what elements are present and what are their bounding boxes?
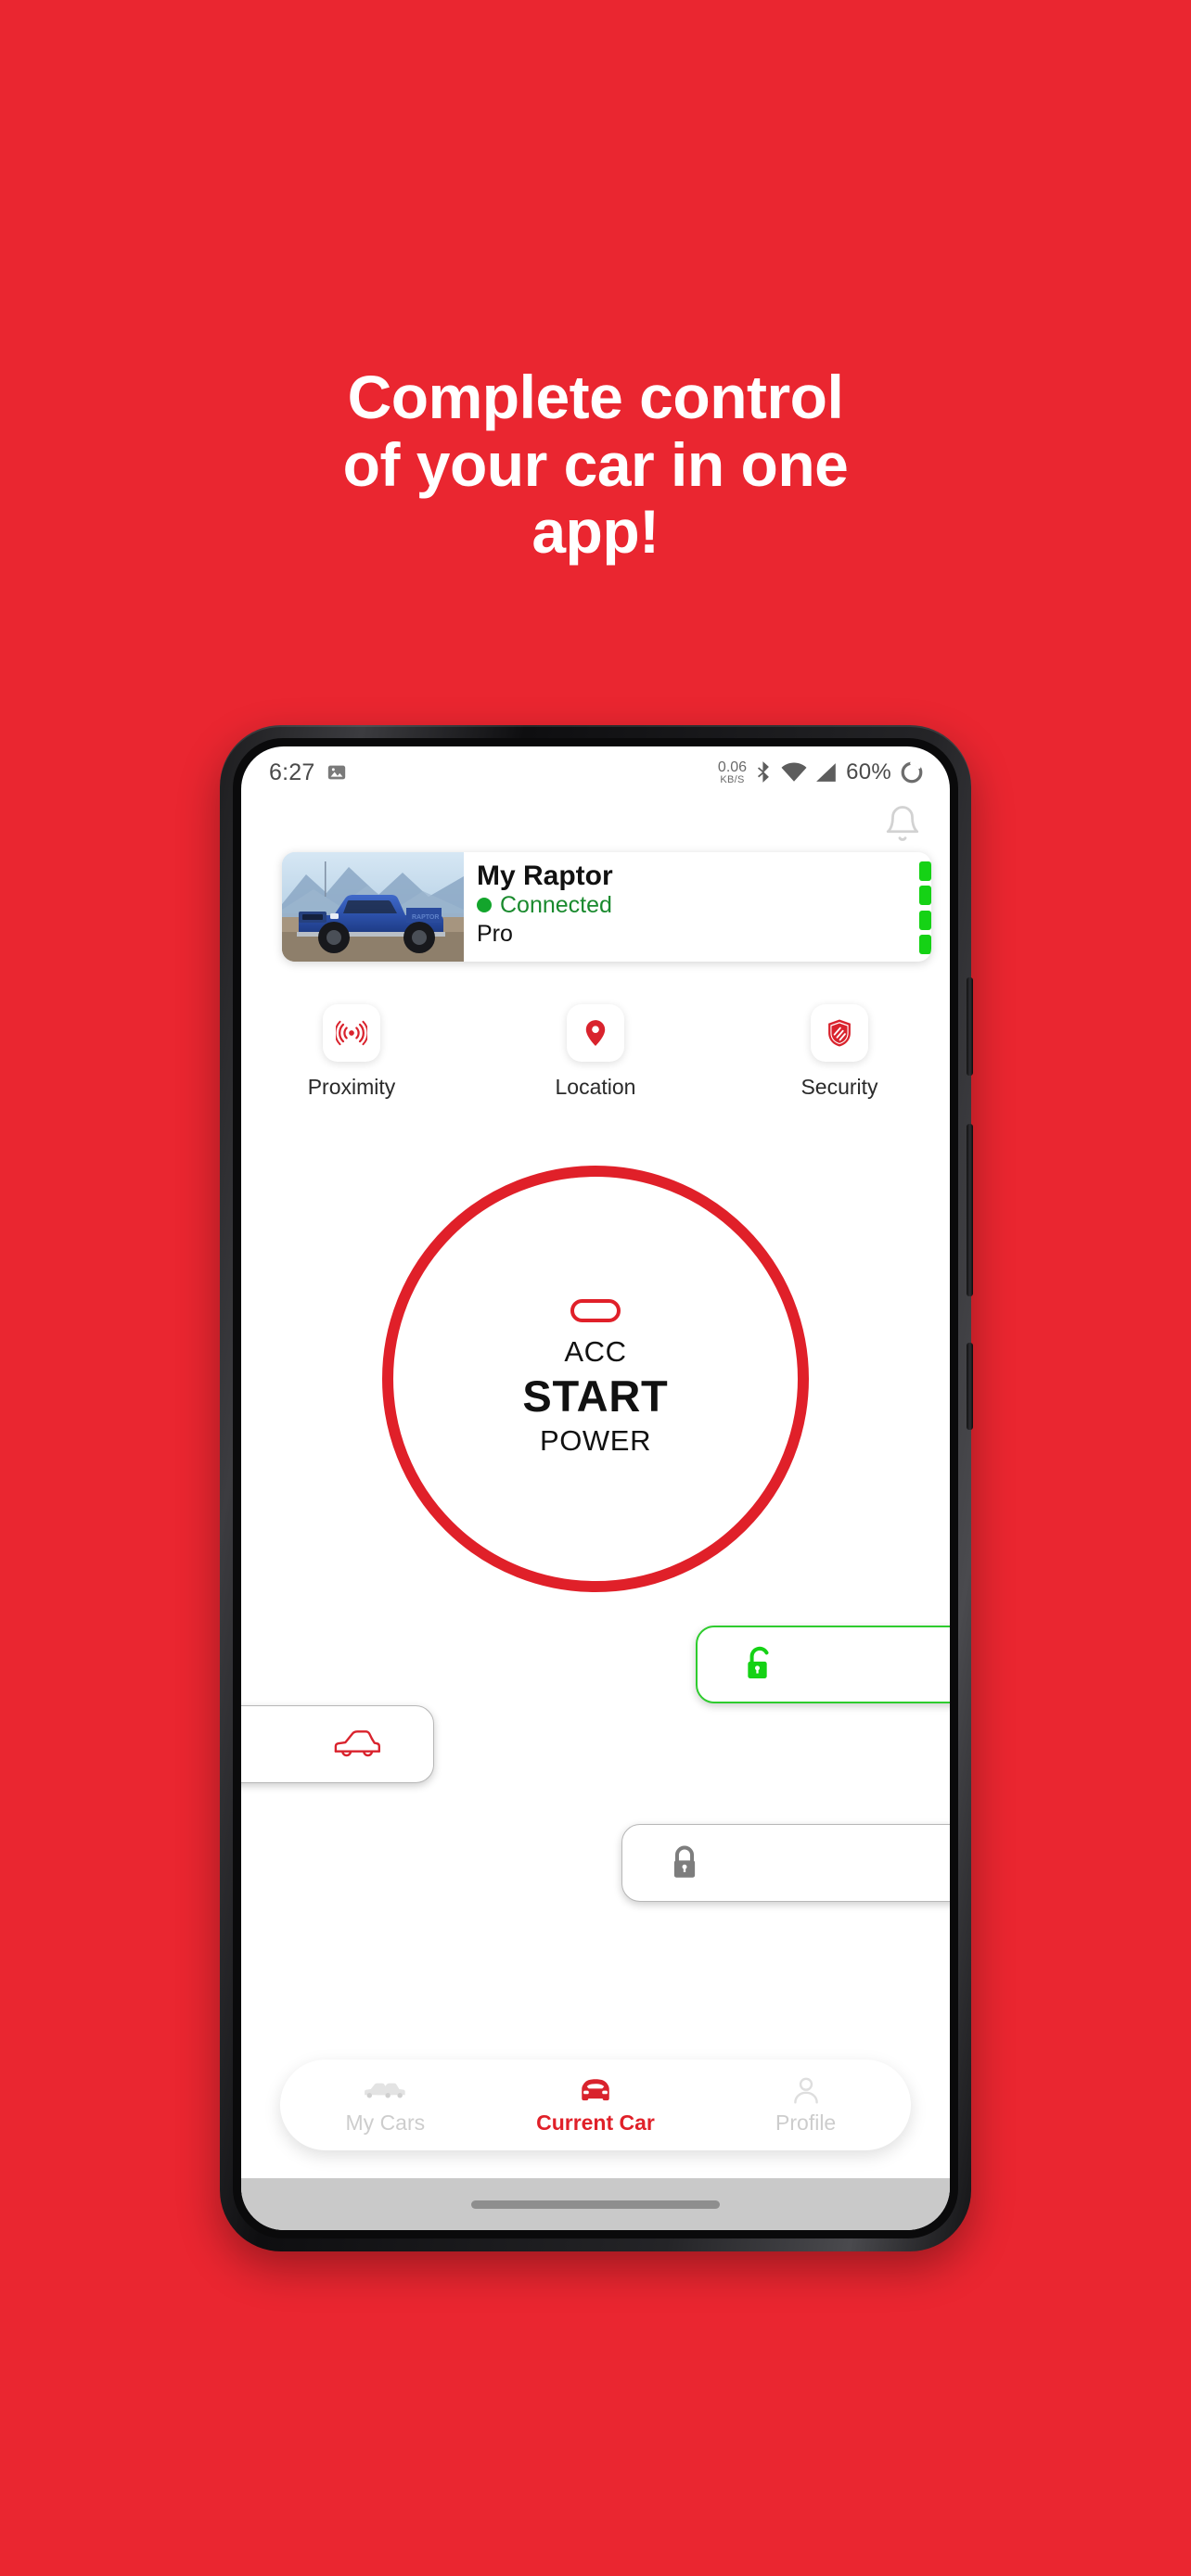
headline-line-1: Complete control [347,363,844,431]
quick-actions-row: Proximity Location Security [282,1004,909,1100]
front-car-icon [582,2079,609,2101]
system-navigation-area [241,2178,950,2230]
phone-side-button-bottom[interactable] [967,1343,973,1430]
bottom-navigation-bar: My Cars Current Car Profile [280,2060,911,2150]
phone-screen: 6:27 0.06 KB/S 60% RAPTOR My Raptor Conn… [241,746,950,2230]
signal-bar [919,934,931,954]
start-power-label: POWER [539,1424,652,1458]
battery-percent: 60% [846,759,891,784]
quick-action-location[interactable]: Location [526,1004,665,1100]
car-photo: RAPTOR [282,852,464,962]
lock-button[interactable] [621,1824,950,1902]
image-icon [327,762,347,783]
quick-action-security[interactable]: Security [770,1004,909,1100]
nav-item-my-cars[interactable]: My Cars [292,2074,478,2136]
car-card-info: My Raptor Connected Pro [464,852,931,962]
blue-ford-raptor-truck-image: RAPTOR [282,852,464,962]
engine-start-pill-icon [570,1299,621,1323]
cellular-signal-icon [815,762,838,783]
headline-line-2: of your car in one [342,429,849,499]
unlock-open-icon [748,1646,769,1678]
headline-line-3: app! [531,497,660,567]
car-name: My Raptor [477,861,613,891]
person-profile-icon [793,2077,818,2104]
signal-bar [919,910,931,930]
nav-label: Current Car [536,2111,655,2135]
quick-action-label: Location [555,1075,636,1099]
home-indicator[interactable] [471,2200,720,2209]
car-signal-strength [919,861,931,954]
phone-side-button-middle[interactable] [967,1124,973,1296]
nav-label: My Cars [345,2111,426,2135]
wifi-icon [781,762,807,783]
data-rate-unit: KB/S [720,773,745,785]
lock-closed-icon [673,1845,696,1878]
bell-icon[interactable] [883,804,922,843]
car-trunk-icon [334,1730,380,1757]
car-status-label: Connected [500,892,612,918]
status-dot-icon [477,898,492,913]
unlock-button[interactable] [696,1626,950,1703]
data-rate-indicator: 0.06 KB/S [717,759,748,785]
signal-bar [919,861,931,881]
phone-side-button-top[interactable] [967,977,973,1076]
bluetooth-icon [755,760,773,784]
battery-ring-icon [900,760,924,784]
car-plan-label: Pro [477,920,513,947]
promo-headline: Complete control of your car in one app! [0,363,1191,566]
trunk-button[interactable] [241,1705,434,1783]
quick-action-proximity[interactable]: Proximity [282,1004,421,1100]
location-pin-icon [585,1020,606,1046]
location-icon-button[interactable] [567,1004,624,1062]
data-rate-value: 0.06 [717,759,748,775]
signal-bar [919,886,931,906]
start-engine-button[interactable]: ACC START POWER [382,1166,809,1592]
nav-label: Profile [775,2111,837,2135]
start-main-label: START [522,1371,669,1421]
car-connection-status: Connected [477,892,931,919]
nav-item-profile[interactable]: Profile [713,2074,899,2136]
two-cars-icon [365,2083,406,2098]
status-time: 6:27 [269,759,315,785]
status-bar-right: 0.06 KB/S 60% [718,759,924,785]
status-bar-left: 6:27 [269,759,347,786]
svg-text:RAPTOR: RAPTOR [412,914,439,921]
proximity-waves-icon [336,1020,367,1046]
current-car-card[interactable]: RAPTOR My Raptor Connected Pro [282,852,931,962]
quick-action-label: Security [800,1075,878,1099]
status-bar: 6:27 0.06 KB/S 60% [241,746,950,798]
shield-security-icon [828,1019,851,1047]
notification-bell-button[interactable] [883,804,922,848]
engine-start-area: ACC START POWER [382,1166,809,1592]
quick-action-label: Proximity [307,1075,396,1099]
start-acc-label: ACC [564,1335,627,1369]
phone-bezel: 6:27 0.06 KB/S 60% RAPTOR My Raptor Conn… [233,738,958,2238]
security-icon-button[interactable] [811,1004,868,1062]
nav-item-current-car[interactable]: Current Car [503,2074,688,2136]
phone-mockup: 6:27 0.06 KB/S 60% RAPTOR My Raptor Conn… [220,725,973,2251]
proximity-icon-button[interactable] [323,1004,380,1062]
